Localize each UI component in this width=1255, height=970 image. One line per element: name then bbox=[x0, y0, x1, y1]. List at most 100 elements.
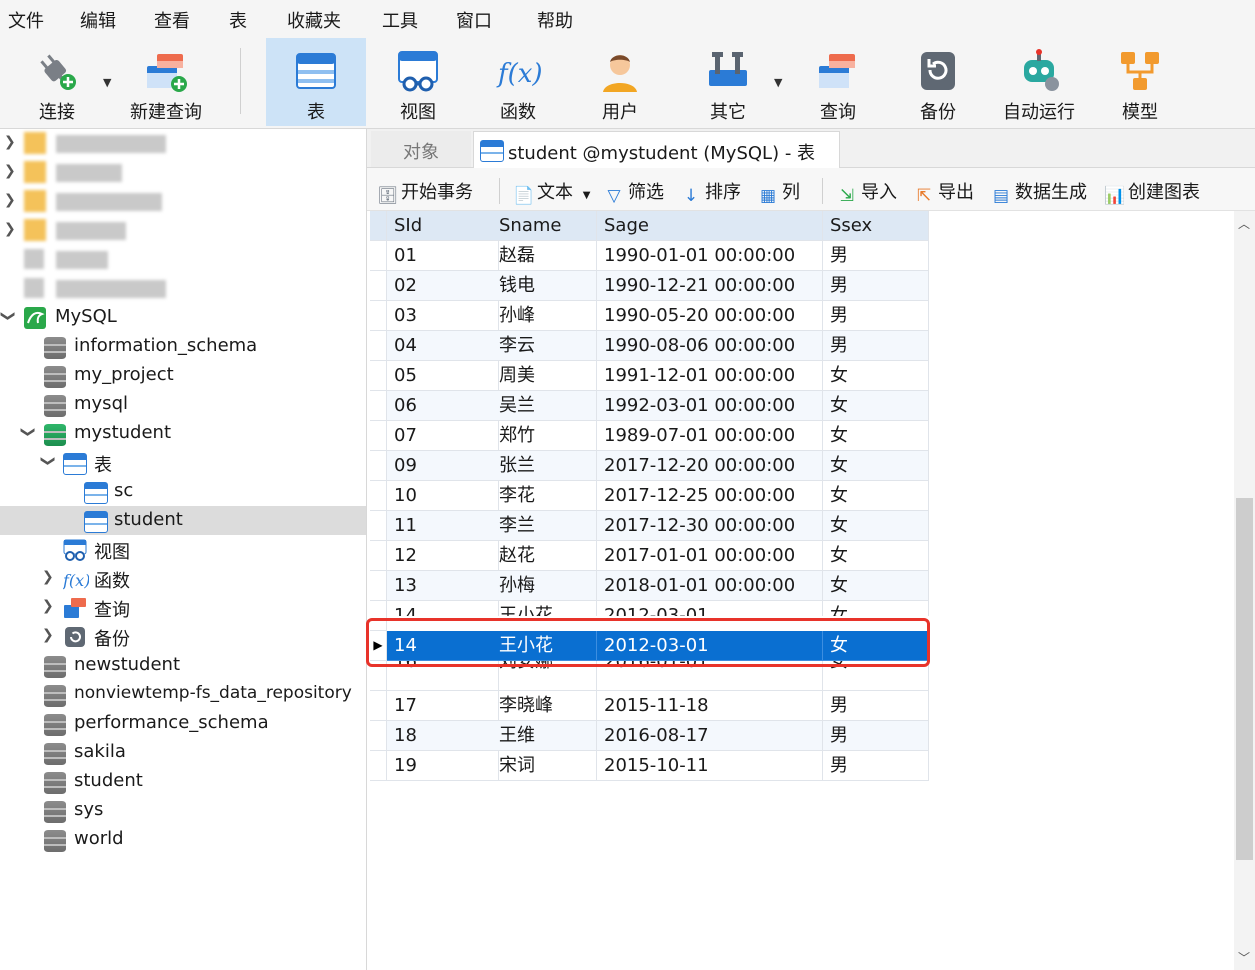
table-row[interactable]: 19 宋词 2015-10-11 男 bbox=[370, 751, 929, 781]
cell-sage[interactable]: 2017-01-01 00:00:00 bbox=[597, 541, 823, 571]
chevron-right-icon[interactable]: ❯ bbox=[4, 163, 16, 179]
cell-sage[interactable]: 1990-08-06 00:00:00 bbox=[597, 331, 823, 361]
table-row[interactable]: 17 李晓峰 2015-11-18 男 bbox=[370, 691, 929, 721]
tree-row-database-open[interactable]: ❯ mystudent bbox=[0, 419, 366, 448]
tree-row-obscured[interactable] bbox=[0, 274, 366, 303]
cell-sid[interactable]: 18 bbox=[387, 721, 499, 751]
cell-sage[interactable]: 2017-12-20 00:00:00 bbox=[597, 451, 823, 481]
cell-sage[interactable]: 2017-12-30 00:00:00 bbox=[597, 511, 823, 541]
chevron-right-icon[interactable]: ❯ bbox=[4, 134, 16, 150]
connect-dropdown-icon[interactable]: ▼ bbox=[103, 76, 111, 89]
cell-ssex[interactable]: 女 bbox=[823, 541, 929, 571]
row-indicator[interactable] bbox=[370, 541, 387, 571]
chevron-down-icon[interactable]: ❯ bbox=[0, 310, 16, 322]
cell-sid[interactable]: 14 bbox=[387, 601, 499, 616]
row-indicator[interactable] bbox=[370, 361, 387, 391]
tab-objects[interactable]: 对象 bbox=[371, 131, 471, 167]
row-indicator[interactable] bbox=[370, 421, 387, 451]
column-header-sname[interactable]: Sname bbox=[492, 211, 597, 241]
table-row[interactable]: 05 周美 1991-12-01 00:00:00 女 bbox=[370, 361, 929, 391]
table-row[interactable]: 04 李云 1990-08-06 00:00:00 男 bbox=[370, 331, 929, 361]
cell-sage[interactable]: 1990-05-20 00:00:00 bbox=[597, 301, 823, 331]
tree-row-obscured[interactable]: ❯ bbox=[0, 187, 366, 216]
column-header-sage[interactable]: Sage bbox=[597, 211, 823, 241]
cell-ssex[interactable]: 女 bbox=[823, 511, 929, 541]
cell-sname[interactable]: 李兰 bbox=[492, 511, 597, 541]
table-row[interactable]: 13 孙梅 2018-01-01 00:00:00 女 bbox=[370, 571, 929, 601]
tree-row-table[interactable]: sc bbox=[0, 477, 366, 506]
table-row[interactable]: 02 钱电 1990-12-21 00:00:00 男 bbox=[370, 271, 929, 301]
other-dropdown-icon[interactable]: ▼ bbox=[774, 76, 782, 89]
tree-row-database[interactable]: mysql bbox=[0, 390, 366, 419]
tree-row-database[interactable]: my_project bbox=[0, 361, 366, 390]
backup-button[interactable]: 备份 bbox=[896, 38, 980, 126]
tree-row-tables-folder[interactable]: ❯ 表 bbox=[0, 448, 366, 477]
row-indicator[interactable] bbox=[370, 391, 387, 421]
create-chart-button[interactable]: 📊 创建图表 bbox=[1104, 178, 1200, 206]
cell-sname[interactable]: 赵磊 bbox=[492, 241, 597, 271]
tree-row-obscured[interactable] bbox=[0, 245, 366, 274]
cell-sname[interactable]: 孙峰 bbox=[492, 301, 597, 331]
cell-sid[interactable]: 12 bbox=[387, 541, 499, 571]
row-indicator[interactable] bbox=[370, 241, 387, 271]
row-indicator[interactable] bbox=[370, 751, 387, 781]
chevron-down-icon[interactable]: ❯ bbox=[40, 455, 56, 467]
chevron-right-icon[interactable]: ❯ bbox=[4, 192, 16, 208]
table-row[interactable]: 01 赵磊 1990-01-01 00:00:00 男 bbox=[370, 241, 929, 271]
cell-sage[interactable]: 1990-01-01 00:00:00 bbox=[597, 241, 823, 271]
tree-row-queries-folder[interactable]: ❯ 查询 bbox=[0, 593, 366, 622]
chevron-right-icon[interactable]: ❯ bbox=[42, 598, 54, 614]
table-row[interactable]: 09 张兰 2017-12-20 00:00:00 女 bbox=[370, 451, 929, 481]
cell-sid[interactable]: 10 bbox=[387, 481, 499, 511]
cell-sname[interactable]: 李花 bbox=[492, 481, 597, 511]
column-header-sid[interactable]: SId bbox=[387, 211, 499, 241]
cell-ssex[interactable]: 男 bbox=[823, 691, 929, 721]
tree-row-database[interactable]: sys bbox=[0, 796, 366, 825]
cell-sname[interactable]: 吴兰 bbox=[492, 391, 597, 421]
cell-sid[interactable]: 05 bbox=[387, 361, 499, 391]
row-indicator[interactable] bbox=[370, 571, 387, 601]
function-button[interactable]: f(x) 函数 bbox=[476, 38, 560, 126]
cell-ssex[interactable]: 女 bbox=[823, 601, 929, 616]
cell-sage[interactable]: 2017-12-25 00:00:00 bbox=[597, 481, 823, 511]
cell-ssex[interactable]: 女 bbox=[823, 391, 929, 421]
cell-sname[interactable]: 周美 bbox=[492, 361, 597, 391]
cell-sid[interactable]: 17 bbox=[387, 691, 499, 721]
cell-sid[interactable]: 11 bbox=[387, 511, 499, 541]
tree-row-database[interactable]: world bbox=[0, 825, 366, 854]
cell-ssex[interactable]: 女 bbox=[823, 571, 929, 601]
table-button[interactable]: 表 bbox=[266, 38, 366, 126]
cell-sage[interactable]: 1989-07-01 00:00:00 bbox=[597, 421, 823, 451]
columns-button[interactable]: ▦ 列 bbox=[758, 178, 800, 206]
table-row[interactable]: 11 李兰 2017-12-30 00:00:00 女 bbox=[370, 511, 929, 541]
scroll-down-icon[interactable]: ﹀ bbox=[1238, 949, 1250, 966]
cell-sid[interactable]: 07 bbox=[387, 421, 499, 451]
tree-row-database[interactable]: sakila bbox=[0, 738, 366, 767]
tree-row-database[interactable]: nonviewtemp-fs_data_repository bbox=[0, 680, 366, 709]
cell-sname[interactable]: 郑竹 bbox=[492, 421, 597, 451]
scroll-up-icon[interactable]: ︿ bbox=[1238, 215, 1250, 232]
menu-favorites[interactable]: 收藏夹 bbox=[287, 7, 341, 33]
cell-sname[interactable]: 张兰 bbox=[492, 451, 597, 481]
menu-window[interactable]: 窗口 bbox=[456, 7, 492, 33]
filter-button[interactable]: ▽ 筛选 bbox=[604, 178, 664, 206]
cell-ssex[interactable]: 女 bbox=[823, 361, 929, 391]
tree-row-obscured[interactable]: ❯ bbox=[0, 129, 366, 158]
cell-ssex[interactable]: 女 bbox=[823, 451, 929, 481]
chevron-down-icon[interactable]: ❯ bbox=[20, 426, 36, 438]
tree-row-database[interactable]: newstudent bbox=[0, 651, 366, 680]
row-indicator[interactable] bbox=[370, 301, 387, 331]
other-button[interactable]: 其它 bbox=[686, 38, 770, 126]
cell-ssex[interactable]: 男 bbox=[823, 271, 929, 301]
cell-ssex[interactable]: 男 bbox=[823, 241, 929, 271]
new-query-button[interactable]: 新建查询 bbox=[124, 38, 208, 126]
cell-sid[interactable]: 04 bbox=[387, 331, 499, 361]
table-row[interactable]: 06 吴兰 1992-03-01 00:00:00 女 bbox=[370, 391, 929, 421]
begin-transaction-button[interactable]: 🗄 开始事务 bbox=[377, 178, 473, 206]
sort-button[interactable]: ↓ 排序 bbox=[681, 178, 741, 206]
table-row[interactable]: 12 赵花 2017-01-01 00:00:00 女 bbox=[370, 541, 929, 571]
tree-row-views-folder[interactable]: 视图 bbox=[0, 535, 366, 564]
cell-ssex[interactable]: 男 bbox=[823, 721, 929, 751]
cell-sage[interactable]: 1990-12-21 00:00:00 bbox=[597, 271, 823, 301]
menu-view[interactable]: 查看 bbox=[154, 7, 190, 33]
